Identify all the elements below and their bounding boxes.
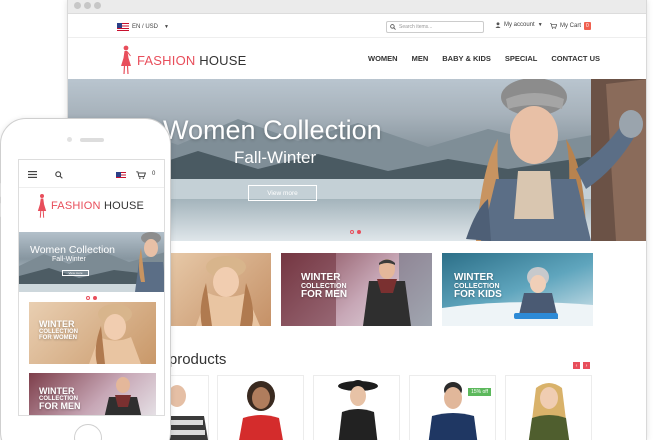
phone-volume-up-button bbox=[0, 183, 1, 197]
cart-icon[interactable] bbox=[136, 171, 146, 179]
mobile-hero-view-more-button[interactable]: View more bbox=[62, 270, 89, 276]
promo-men-card[interactable]: WINTER COLLECTION FOR MEN bbox=[281, 253, 432, 326]
model-photo-woman-winter bbox=[466, 79, 646, 241]
carousel-next-arrow-icon[interactable]: › bbox=[583, 362, 590, 369]
user-icon bbox=[495, 22, 501, 28]
cart-link[interactable]: My Cart 0 bbox=[550, 22, 591, 30]
nav-item-men[interactable]: MEN bbox=[412, 54, 429, 63]
language-currency-selector[interactable]: EN / USD ▼ bbox=[117, 23, 169, 31]
mobile-promo-women-line3: FOR WOMEN bbox=[39, 335, 77, 341]
mobile-top-bar: 0 bbox=[19, 160, 164, 188]
logo-text-accent: FASHION bbox=[137, 52, 200, 68]
promo-men-line1: WINTER bbox=[301, 272, 341, 283]
product-card-4[interactable]: 15% off bbox=[409, 375, 496, 440]
hero-subtitle: Fall-Winter bbox=[234, 148, 317, 167]
nav-item-women[interactable]: WOMEN bbox=[368, 54, 398, 63]
nav-item-contact[interactable]: CONTACT US bbox=[551, 54, 600, 63]
phone-volume-down-button bbox=[0, 203, 1, 217]
featured-carousel-arrows: ‹ › bbox=[573, 362, 590, 369]
hero-title: Women Collection bbox=[163, 115, 382, 145]
mobile-promo-men-text: WINTER COLLECTION FOR MEN bbox=[39, 387, 81, 411]
mobile-promo-women-card[interactable]: WINTER COLLECTION FOR WOMEN bbox=[29, 302, 156, 364]
mobile-hero-banner: Women Collection Fall-Winter View more bbox=[19, 232, 164, 292]
hamburger-menu-icon[interactable] bbox=[28, 171, 37, 178]
chevron-down-icon: ▼ bbox=[537, 22, 543, 28]
sale-badge: 15% off bbox=[468, 388, 491, 396]
mobile-phone-frame: 0 FASHION HOUSE Women Collection Fall-Wi… bbox=[0, 118, 171, 440]
mobile-promo-men-card[interactable]: WINTER COLLECTION FOR MEN bbox=[29, 373, 156, 415]
mobile-hero-title: Women Collection bbox=[30, 244, 116, 256]
promo-women-card[interactable] bbox=[168, 253, 271, 326]
browser-title-bar bbox=[68, 0, 646, 14]
product-card-1[interactable] bbox=[168, 375, 209, 440]
promo-men-text: WINTER COLLECTION FOR MEN bbox=[301, 273, 347, 300]
mobile-hero-subtitle: Fall-Winter bbox=[52, 256, 86, 263]
product-photo-woman-black-hat bbox=[338, 380, 378, 440]
us-flag-icon[interactable] bbox=[116, 172, 126, 179]
site-logo[interactable]: FASHION HOUSE bbox=[120, 45, 247, 75]
top-bar: EN / USD ▼ Search items... My account ▼ … bbox=[68, 18, 646, 38]
hero-dot-1[interactable] bbox=[350, 230, 354, 234]
product-card-5[interactable] bbox=[505, 375, 592, 440]
nav-item-baby-kids[interactable]: BABY & KIDS bbox=[442, 54, 491, 63]
fashion-model-logo-icon bbox=[37, 194, 47, 218]
mobile-promo-men-line3: FOR MEN bbox=[39, 401, 81, 411]
mobile-logo-text-main: HOUSE bbox=[103, 200, 145, 212]
phone-home-button[interactable] bbox=[74, 424, 102, 440]
mobile-cart-count: 0 bbox=[152, 171, 156, 177]
hero-dot-2[interactable] bbox=[357, 230, 361, 234]
fashion-model-logo-icon bbox=[121, 45, 131, 75]
window-maximize-dot[interactable] bbox=[94, 2, 101, 9]
logo-text: FASHION HOUSE bbox=[137, 53, 247, 68]
carousel-prev-arrow-icon[interactable]: ‹ bbox=[573, 362, 580, 369]
promo-kids-line1: WINTER bbox=[454, 272, 494, 283]
phone-camera-icon bbox=[67, 137, 72, 142]
search-placeholder: Search items... bbox=[399, 24, 433, 30]
mobile-screen: 0 FASHION HOUSE Women Collection Fall-Wi… bbox=[18, 159, 165, 416]
main-nav: WOMEN MEN BABY & KIDS SPECIAL CONTACT US bbox=[368, 54, 600, 63]
showcase-stage: EN / USD ▼ Search items... My account ▼ … bbox=[0, 0, 660, 440]
cart-icon bbox=[550, 23, 557, 29]
promo-kids-line3: FOR KIDS bbox=[454, 289, 502, 300]
hero-view-more-button[interactable]: View more bbox=[248, 185, 317, 201]
mobile-hero-pagination bbox=[86, 296, 97, 300]
account-menu[interactable]: My account ▼ bbox=[495, 22, 543, 28]
product-photo-man-striped bbox=[169, 385, 208, 440]
mobile-logo-text-accent: FASHION bbox=[51, 200, 104, 212]
mobile-site-logo[interactable]: FASHION HOUSE bbox=[37, 193, 144, 219]
mobile-promo-women-text: WINTER COLLECTION FOR WOMEN bbox=[39, 319, 78, 342]
window-minimize-dot[interactable] bbox=[84, 2, 91, 9]
search-input[interactable]: Search items... bbox=[386, 21, 484, 33]
search-icon[interactable] bbox=[55, 171, 63, 179]
search-icon bbox=[390, 24, 396, 30]
model-photo-woman-fur-hat bbox=[196, 256, 260, 326]
nav-item-special[interactable]: SPECIAL bbox=[505, 54, 538, 63]
account-label: My account bbox=[504, 22, 535, 28]
site-header: FASHION HOUSE WOMEN MEN BABY & KIDS SPEC… bbox=[68, 39, 646, 79]
mobile-logo-text: FASHION HOUSE bbox=[51, 200, 144, 212]
us-flag-icon bbox=[117, 23, 129, 31]
promo-kids-card[interactable]: WINTER COLLECTION FOR KIDS bbox=[442, 253, 593, 326]
window-close-dot[interactable] bbox=[74, 2, 81, 9]
cart-count-badge: 0 bbox=[584, 22, 591, 30]
cart-label: My Cart bbox=[560, 23, 581, 29]
product-photo-woman-red-top bbox=[239, 381, 283, 440]
hero-pagination bbox=[350, 230, 361, 234]
product-photo-woman-green-top bbox=[528, 383, 570, 440]
chevron-down-icon: ▼ bbox=[164, 24, 169, 30]
product-photo-man-navy-polo bbox=[428, 382, 478, 440]
mobile-promo-women-line1: WINTER bbox=[39, 319, 75, 329]
mobile-model-photo-woman bbox=[135, 232, 164, 292]
mobile-promo-men-line1: WINTER bbox=[39, 386, 75, 396]
product-card-3[interactable] bbox=[313, 375, 400, 440]
mobile-hero-dot-2[interactable] bbox=[93, 296, 97, 300]
logo-text-main: HOUSE bbox=[199, 52, 247, 68]
promo-men-line3: FOR MEN bbox=[301, 289, 348, 300]
mobile-hero-dot-1[interactable] bbox=[86, 296, 90, 300]
promo-kids-text: WINTER COLLECTION FOR KIDS bbox=[454, 273, 502, 300]
product-card-2[interactable] bbox=[217, 375, 304, 440]
phone-speaker-icon bbox=[80, 138, 104, 142]
language-label: EN / USD bbox=[132, 24, 159, 30]
